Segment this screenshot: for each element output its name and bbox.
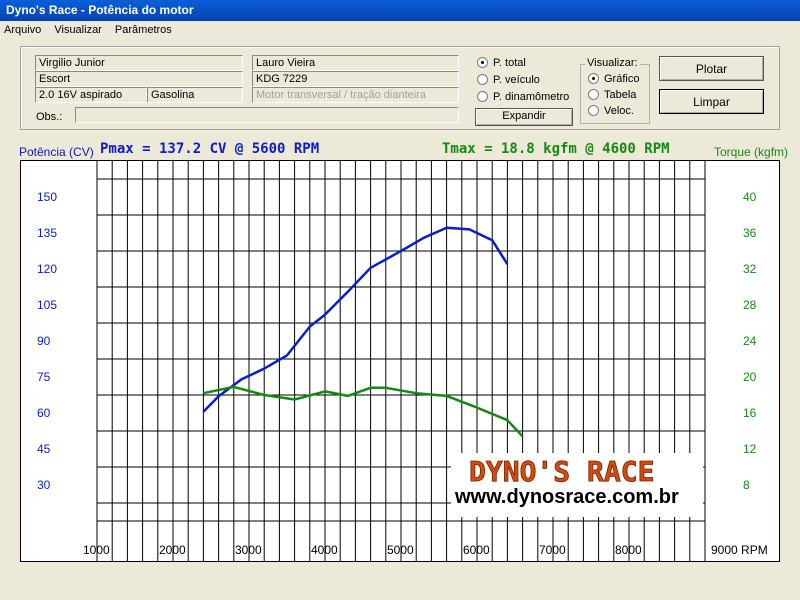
dyno-chart-svg: 150 135 120 105 90 75 60 45 30 40 36 32 28 24 20 16 12 8… [37,161,768,561]
x-tick-label: 2000 [159,543,186,557]
radio-dot-icon [477,74,488,85]
client-field[interactable]: Virgilio Junior [35,55,243,71]
y-tick-label-right: 20 [743,370,757,384]
y-tick-label-left: 45 [37,442,51,456]
plot-button[interactable]: Plotar [659,56,764,81]
torque-curve [203,385,524,438]
y-tick-label-left: 60 [37,406,51,420]
radio-label: Veloc. [604,105,634,117]
menu-arquivo[interactable]: Arquivo [4,24,41,36]
obs-field[interactable] [75,107,459,123]
y-tick-label-left: 150 [37,190,57,204]
radio-label: Tabela [604,89,637,101]
radio-dot-icon [588,73,599,84]
radio-label: Gráfico [604,73,640,85]
x-tick-label: 5000 [387,543,414,557]
dyno-chart: 150 135 120 105 90 75 60 45 30 40 36 32 28 24 20 16 12 8… [20,160,780,562]
view-label: Visualizar: [585,57,640,69]
watermark: DYNO'S RACE www.dynosrace.com.br [451,453,703,517]
y-axis-left-label: Potência (CV) [19,145,94,159]
obs-label: Obs.: [36,111,63,123]
y-axis-right-label: Torque (kgfm) [714,145,789,159]
y-tick-label-right: 36 [743,226,757,240]
y-tick-label-right: 24 [743,334,757,348]
y-tick-label-left: 30 [37,478,51,492]
radio-dot-icon [477,91,488,102]
y-tick-label-right: 8 [743,478,750,492]
radio-view-graph[interactable]: Gráfico [588,73,639,89]
plate-field[interactable]: KDG 7229 [252,71,459,87]
radio-power-dyno[interactable]: P. dinamômetro [477,91,569,107]
x-tick-label: 8000 [615,543,642,557]
tmax-stat: Tmax = 18.8 kgfm @ 4600 RPM [442,141,670,157]
menu-parametros[interactable]: Parâmetros [115,24,172,36]
x-tick-label: 6000 [463,543,490,557]
radio-label: P. dinamômetro [493,91,570,103]
radio-view-speed[interactable]: Veloc. [588,105,634,121]
x-tick-label: 7000 [539,543,566,557]
y-tick-label-right: 40 [743,190,757,204]
fuel-field[interactable]: Gasolina [147,87,243,103]
watermark-url: www.dynosrace.com.br [454,486,679,508]
y-tick-label-left: 120 [37,262,57,276]
radio-power-total[interactable]: P. total [477,57,526,73]
radio-dot-icon [588,89,599,100]
y-tick-label-right: 12 [743,442,757,456]
expand-button[interactable]: Expandir [475,108,573,126]
x-tick-label: 9000 RPM [711,543,768,557]
y-tick-label-left: 105 [37,298,57,312]
radio-power-vehicle[interactable]: P. veículo [477,74,540,90]
radio-view-table[interactable]: Tabela [588,89,636,105]
menu-visualizar[interactable]: Visualizar [54,24,102,36]
clear-button[interactable]: Limpar [659,89,764,114]
watermark-logo: DYNO'S RACE [469,455,654,488]
radio-label: P. veículo [493,74,540,86]
y-tick-label-right: 32 [743,262,757,276]
vehicle-field[interactable]: Escort [35,71,243,87]
radio-dot-icon [477,57,488,68]
radio-dot-icon [588,105,599,116]
y-tick-label-right: 28 [743,298,757,312]
x-tick-label: 3000 [235,543,262,557]
y-tick-label-left: 90 [37,334,51,348]
y-tick-label-left: 75 [37,370,51,384]
engine-field[interactable]: 2.0 16V aspirado [35,87,147,103]
x-tick-label: 1000 [83,543,110,557]
x-tick-label: 4000 [311,543,338,557]
radio-label: P. total [493,57,526,69]
layout-field: Motor transversal / tração dianteira [252,87,459,103]
pmax-stat: Pmax = 137.2 CV @ 5600 RPM [100,141,320,157]
window-title: Dyno's Race - Potência do motor [0,0,800,21]
operator-field[interactable]: Lauro Vieira [252,55,459,71]
y-tick-label-left: 135 [37,226,57,240]
y-tick-label-right: 16 [743,406,757,420]
menu-bar: Arquivo Visualizar Parâmetros [0,21,800,41]
